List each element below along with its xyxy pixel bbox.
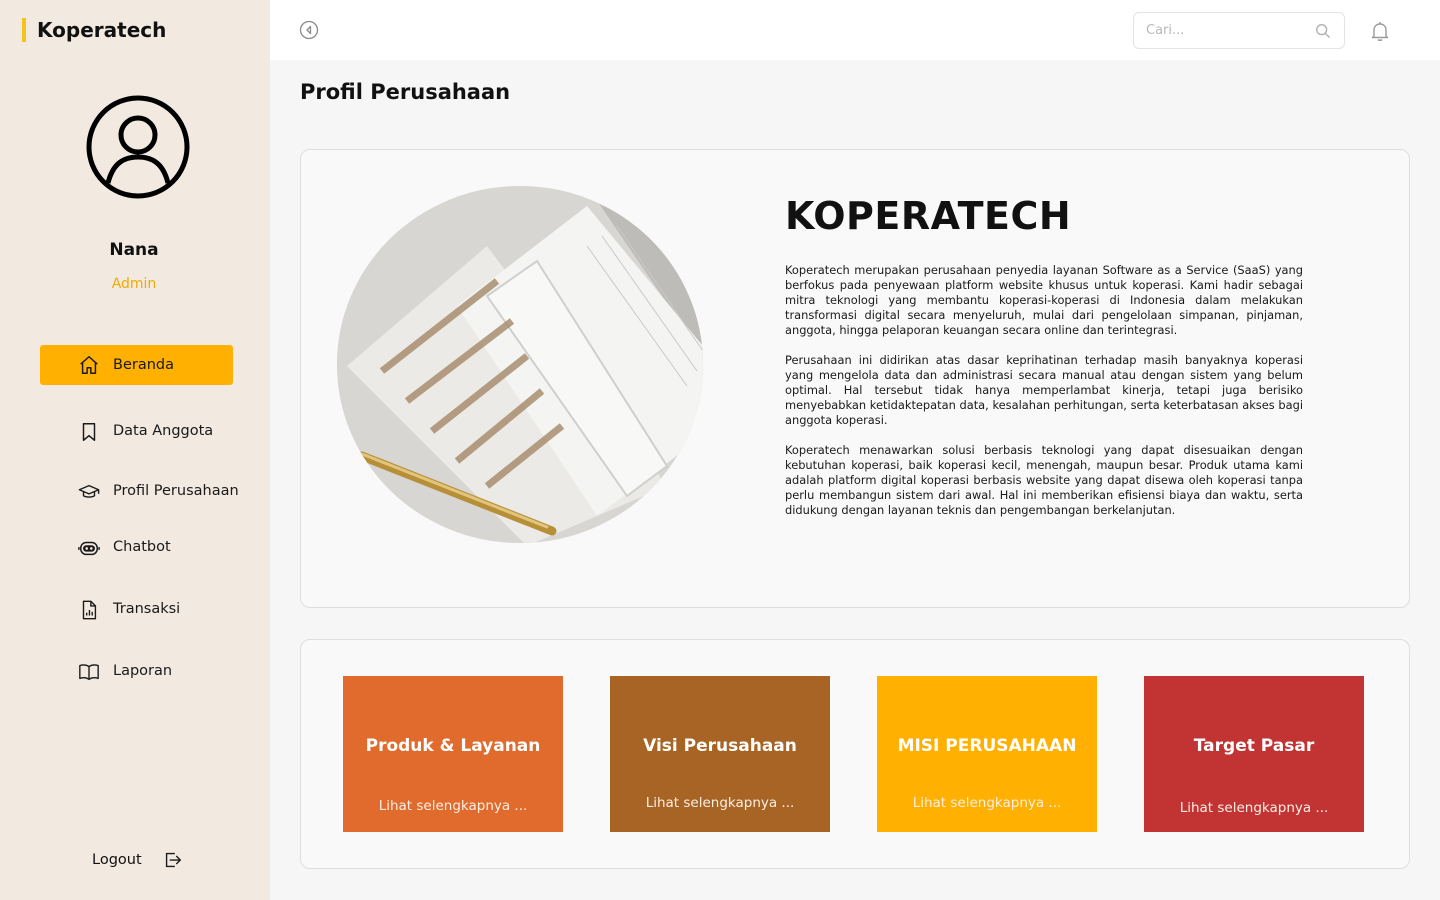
sidebar-item-chatbot[interactable]: Chatbot [40,527,240,567]
brand-accent-bar [22,18,26,42]
tile-see-more-link[interactable]: Lihat selengkapnya ... [1144,800,1364,816]
search-input[interactable] [1134,13,1309,48]
tile-title: Visi Perusahaan [643,736,797,756]
search-box [1133,12,1345,49]
tile-visi-perusahaan[interactable]: Visi Perusahaan Lihat selengkapnya ... [610,676,830,832]
bot-icon [78,541,100,556]
sidebar-item-label: Data Anggota [113,423,214,439]
bell-icon[interactable] [1368,19,1392,43]
bookmark-icon [82,423,96,441]
company-info-tiles: Produk & Layanan Lihat selengkapnya ... … [300,639,1410,869]
tile-misi-perusahaan[interactable]: MISI PERUSAHAAN Lihat selengkapnya ... [877,676,1097,832]
company-name: KOPERATECH [785,194,1072,238]
tile-produk-layanan[interactable]: Produk & Layanan Lihat selengkapnya ... [343,676,563,832]
sidebar-item-transaksi[interactable]: Transaksi [40,589,240,629]
tile-title: Target Pasar [1193,736,1315,756]
sidebar-item-label: Laporan [113,663,173,679]
topbar [270,0,1440,60]
sidebar-item-beranda[interactable]: Beranda [40,345,233,385]
tile-target-pasar[interactable]: Target Pasar Lihat selengkapnya ... [1144,676,1364,832]
user-name: Nana [109,240,159,260]
brand-name: Koperatech [37,18,167,42]
tile-title: Produk & Layanan [365,736,541,756]
logout-label: Logout [92,852,142,868]
company-description: Koperatech merupakan perusahaan penyedia… [785,263,1303,533]
report-file-icon [82,600,97,620]
user-avatar-icon[interactable] [86,95,190,199]
description-paragraph: Koperatech menawarkan solusi berbasis te… [785,443,1303,517]
book-icon [79,664,99,681]
logout-button[interactable]: Logout [92,848,184,872]
tile-title: MISI PERUSAHAAN [897,736,1077,756]
company-photo [337,186,703,543]
page-title: Profil Perusahaan [300,80,511,104]
tile-see-more-link[interactable]: Lihat selengkapnya ... [343,798,563,814]
sidebar-item-label: Transaksi [113,601,181,617]
collapse-sidebar-icon[interactable] [299,20,319,40]
sidebar-item-laporan[interactable]: Laporan [40,651,240,691]
tile-see-more-link[interactable]: Lihat selengkapnya ... [610,795,830,811]
home-icon [80,356,98,374]
finance-documents-illustration [337,186,703,543]
description-paragraph: Perusahaan ini didirikan atas dasar kepr… [785,353,1303,427]
sidebar-item-label: Beranda [113,357,174,373]
description-paragraph: Koperatech merupakan perusahaan penyedia… [785,263,1303,337]
logout-icon [165,852,181,868]
sidebar: Koperatech Nana Admin Beranda Data Anggo… [0,0,270,900]
user-role: Admin [111,276,157,292]
tile-see-more-link[interactable]: Lihat selengkapnya ... [877,795,1097,811]
sidebar-item-label: Chatbot [113,539,171,555]
brand[interactable]: Koperatech [22,16,166,44]
graduation-cap-icon [78,484,100,498]
sidebar-item-label: Profil Perusahaan [113,483,239,499]
search-icon[interactable] [1314,22,1332,40]
sidebar-item-profil-perusahaan[interactable]: Profil Perusahaan [40,471,240,511]
company-profile-card: KOPERATECH Koperatech merupakan perusaha… [300,149,1410,608]
sidebar-item-data-anggota[interactable]: Data Anggota [40,411,240,451]
